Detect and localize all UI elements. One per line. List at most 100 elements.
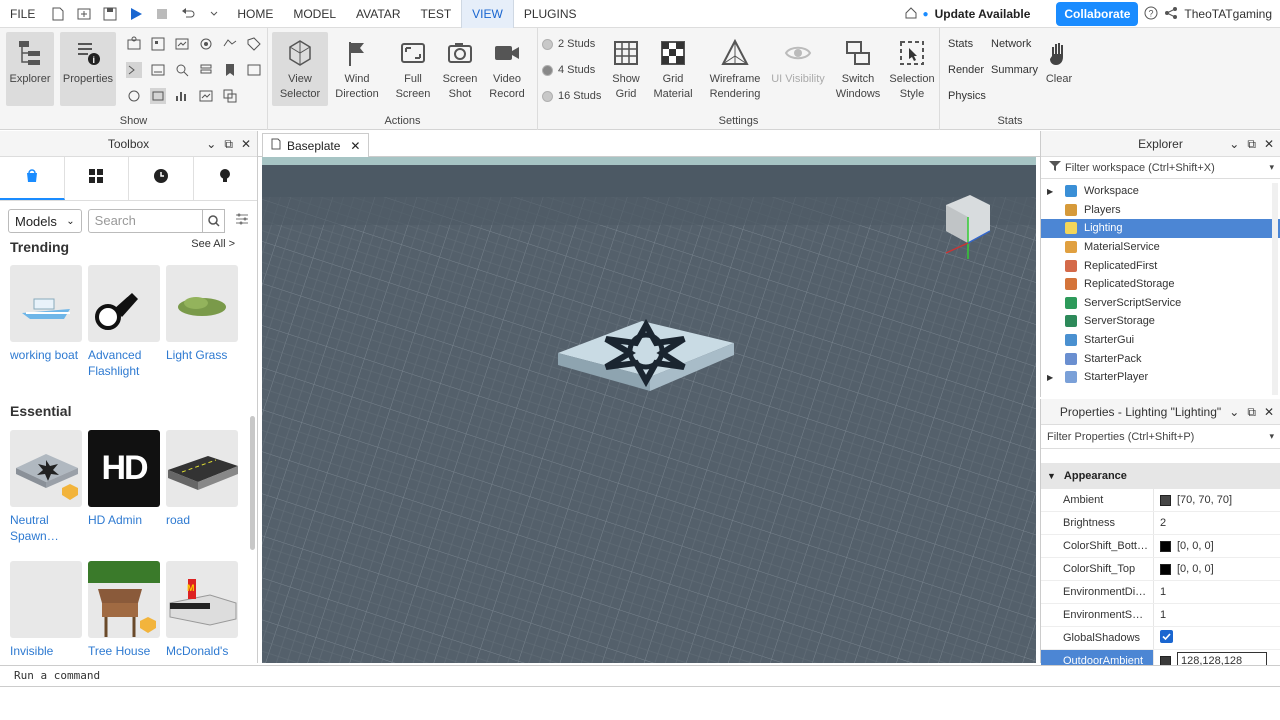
toolbox-scrollbar[interactable] bbox=[250, 416, 255, 550]
selection-style-button[interactable]: Selection Style bbox=[886, 32, 938, 106]
asset-neutral-spawn[interactable]: Neutral Spawn… bbox=[10, 430, 82, 544]
asset-manager-icon[interactable] bbox=[150, 36, 166, 52]
play-icon[interactable] bbox=[127, 5, 145, 23]
tree-item-lighting[interactable]: Lighting bbox=[1041, 219, 1280, 238]
watch-icon[interactable] bbox=[246, 62, 262, 78]
video-record-button[interactable]: Video Record bbox=[482, 32, 532, 106]
3d-viewport[interactable] bbox=[262, 157, 1036, 663]
tree-item-workspace[interactable]: ▶ Workspace bbox=[1041, 182, 1280, 201]
clear-button[interactable]: Clear bbox=[1040, 32, 1078, 106]
two-studs-radio[interactable]: 2 Studs bbox=[542, 38, 595, 50]
category-select[interactable]: Models ⌄ bbox=[8, 209, 82, 233]
close-icon[interactable]: ✕ bbox=[241, 137, 251, 151]
microprofiler-icon[interactable] bbox=[174, 88, 190, 104]
properties-button[interactable]: i Properties bbox=[60, 32, 116, 106]
bookmark-icon[interactable] bbox=[222, 62, 238, 78]
new-file-icon[interactable] bbox=[49, 5, 67, 23]
color-swatch[interactable] bbox=[1160, 563, 1171, 575]
chevron-down-icon[interactable]: ⌄ bbox=[1229, 405, 1239, 419]
share-icon[interactable] bbox=[1164, 6, 1178, 23]
tree-item-serverstorage[interactable]: ServerStorage bbox=[1041, 312, 1280, 331]
home-icon[interactable] bbox=[905, 6, 917, 22]
team-create-icon[interactable] bbox=[198, 36, 214, 52]
property-value[interactable]: 1 bbox=[1153, 604, 1280, 626]
property-value[interactable]: 2 bbox=[1153, 512, 1280, 534]
property-row[interactable]: EnvironmentS… 1 bbox=[1041, 604, 1280, 627]
view-selector-button[interactable]: View Selector bbox=[272, 32, 328, 106]
property-value[interactable]: [0, 0, 0] bbox=[1153, 558, 1280, 580]
ui-visibility-button[interactable]: UI Visibility bbox=[768, 32, 828, 106]
tab-test[interactable]: TEST bbox=[410, 0, 461, 28]
undock-icon[interactable]: ⧉ bbox=[1247, 137, 1256, 152]
tree-item-players[interactable]: Players bbox=[1041, 201, 1280, 220]
help-icon[interactable]: ? bbox=[1144, 6, 1158, 23]
sixteen-studs-radio[interactable]: 16 Studs bbox=[542, 90, 601, 102]
wireframe-rendering-button[interactable]: Wireframe Rendering bbox=[704, 32, 766, 106]
undock-icon[interactable]: ⧉ bbox=[1247, 405, 1256, 420]
tab-recent[interactable] bbox=[129, 157, 194, 200]
terrain-editor-icon[interactable] bbox=[222, 36, 238, 52]
property-row[interactable]: EnvironmentDi… 1 bbox=[1041, 581, 1280, 604]
chevron-down-icon[interactable] bbox=[205, 5, 223, 23]
open-file-icon[interactable] bbox=[75, 5, 93, 23]
property-row[interactable]: ColorShift_Top [0, 0, 0] bbox=[1041, 558, 1280, 581]
network-link[interactable]: Network bbox=[991, 38, 1031, 50]
script-performance-icon[interactable] bbox=[126, 88, 142, 104]
tab-baseplate[interactable]: Baseplate ✕ bbox=[262, 133, 370, 157]
script-analysis-icon[interactable] bbox=[174, 36, 190, 52]
undock-icon[interactable]: ⧉ bbox=[224, 137, 233, 152]
physics-link[interactable]: Physics bbox=[948, 90, 986, 102]
tree-item-replicatedstorage[interactable]: ReplicatedStorage bbox=[1041, 275, 1280, 294]
switch-windows-button[interactable]: Switch Windows bbox=[830, 32, 886, 106]
tab-creations[interactable] bbox=[194, 157, 258, 200]
tree-item-replicatedfirst[interactable]: ReplicatedFirst bbox=[1041, 256, 1280, 275]
call-stack-icon[interactable] bbox=[198, 62, 214, 78]
wind-direction-button[interactable]: Wind Direction bbox=[332, 32, 382, 106]
command-bar-input[interactable]: Run a command bbox=[0, 665, 1280, 687]
tree-item-starterpack[interactable]: StarterPack bbox=[1041, 349, 1280, 368]
asset-road[interactable]: road bbox=[166, 430, 238, 528]
appearance-category[interactable]: ▼ Appearance bbox=[1041, 463, 1280, 489]
tab-model[interactable]: MODEL bbox=[283, 0, 346, 28]
context-icon[interactable] bbox=[222, 88, 238, 104]
stats-link[interactable]: Stats bbox=[948, 38, 973, 50]
asset-invisible[interactable]: Invisible bbox=[10, 561, 82, 659]
property-value[interactable] bbox=[1153, 627, 1280, 649]
username[interactable]: TheoTATgaming bbox=[1184, 7, 1272, 21]
summary-link[interactable]: Summary bbox=[991, 64, 1038, 76]
collaborate-button[interactable]: Collaborate bbox=[1056, 2, 1139, 26]
search-icon[interactable] bbox=[203, 209, 225, 233]
close-icon[interactable]: ✕ bbox=[350, 139, 360, 153]
asset-hd-admin[interactable]: HD HD Admin bbox=[88, 430, 160, 528]
expand-arrow-icon[interactable]: ▶ bbox=[1047, 187, 1053, 196]
tree-item-startergui[interactable]: StarterGui bbox=[1041, 331, 1280, 350]
property-row[interactable]: GlobalShadows bbox=[1041, 627, 1280, 650]
screen-shot-button[interactable]: Screen Shot bbox=[436, 32, 484, 106]
toolbox-small-icon[interactable] bbox=[126, 36, 142, 52]
properties-filter-input[interactable]: Filter Properties (Ctrl+Shift+P) ▾ bbox=[1041, 425, 1280, 449]
close-icon[interactable]: ✕ bbox=[1264, 137, 1274, 151]
stop-icon[interactable] bbox=[153, 5, 171, 23]
property-row[interactable]: Ambient [70, 70, 70] bbox=[1041, 489, 1280, 512]
tab-home[interactable]: HOME bbox=[227, 0, 283, 28]
checkbox-checked-icon[interactable] bbox=[1160, 630, 1173, 646]
tab-inventory[interactable] bbox=[65, 157, 129, 200]
tag-editor-icon[interactable] bbox=[246, 36, 262, 52]
search-input[interactable]: Search bbox=[87, 209, 204, 233]
breakpoints-icon[interactable] bbox=[150, 88, 166, 104]
tab-avatar[interactable]: AVATAR bbox=[346, 0, 410, 28]
asset-working-boat[interactable]: working boat bbox=[10, 265, 82, 363]
asset-mcdonalds[interactable]: M McDonald's bbox=[166, 561, 238, 659]
save-icon[interactable] bbox=[101, 5, 119, 23]
tree-item-serverscriptservice[interactable]: ServerScriptService bbox=[1041, 294, 1280, 313]
asset-advanced-flashlight[interactable]: Advanced Flashlight bbox=[88, 265, 160, 379]
close-icon[interactable]: ✕ bbox=[1264, 405, 1274, 419]
property-value[interactable]: [70, 70, 70] bbox=[1153, 489, 1280, 511]
chevron-down-icon[interactable]: ▾ bbox=[1269, 431, 1274, 442]
show-grid-button[interactable]: Show Grid bbox=[602, 32, 650, 106]
tree-item-starterplayer[interactable]: ▶ StarterPlayer bbox=[1041, 368, 1280, 387]
four-studs-radio[interactable]: 4 Studs bbox=[542, 64, 595, 76]
command-bar-icon[interactable] bbox=[150, 62, 166, 78]
output-icon[interactable] bbox=[126, 62, 142, 78]
find-results-icon[interactable] bbox=[174, 62, 190, 78]
